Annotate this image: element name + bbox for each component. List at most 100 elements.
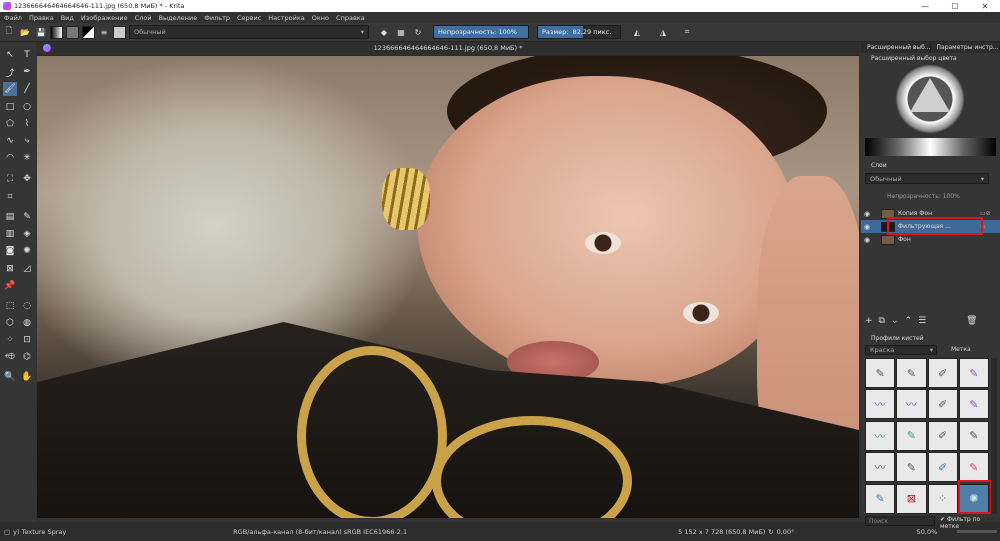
edit-brush-settings-icon[interactable]: ≡ [98, 26, 110, 39]
layer-properties-icon[interactable]: ☰ [918, 316, 926, 326]
menu-view[interactable]: Вид [61, 14, 74, 22]
delete-layer-icon[interactable]: 🗑 [966, 316, 977, 326]
menu-layer[interactable]: Слой [135, 14, 152, 22]
brush-preset[interactable]: ✎ [958, 358, 989, 388]
eye-icon[interactable]: ◉ [861, 223, 873, 231]
layer-flags[interactable]: ▭⊘ [980, 210, 1000, 217]
tab-advanced-color[interactable]: Расширенный выб... [861, 42, 931, 53]
opacity-slider[interactable]: Непрозрачность: 100% [433, 25, 529, 39]
tab-tool-options[interactable]: Параметры инстр... [931, 42, 1000, 53]
brush-preset-swatch[interactable] [113, 25, 126, 39]
eye-icon[interactable]: ◉ [861, 210, 873, 218]
menu-select[interactable]: Выделение [159, 14, 198, 22]
brush-preset[interactable]: ✐ [927, 358, 958, 388]
blend-mode-select[interactable]: Обычный ▾ [129, 25, 369, 39]
brush-preset[interactable]: ✎ [958, 452, 989, 483]
smart-patch-icon[interactable]: ◈ [20, 227, 34, 241]
brush-preset[interactable]: ✎ [896, 452, 927, 483]
rect-select-icon[interactable]: ⬚ [3, 299, 17, 313]
open-document-icon[interactable]: 📂 [18, 26, 32, 39]
preserve-alpha-icon[interactable]: ▦ [394, 26, 408, 39]
assistant-tool-icon[interactable]: ⊠ [3, 262, 17, 276]
ellipse-tool-icon[interactable]: ○ [20, 100, 34, 114]
polyline-tool-icon[interactable]: ⌇ [20, 117, 34, 131]
brush-preset[interactable]: ✎ [865, 358, 896, 388]
brush-preset[interactable]: ✎ [896, 358, 927, 388]
dynamic-brush-icon[interactable]: ◠ [3, 151, 17, 165]
move-tool-icon[interactable]: ✥ [20, 172, 34, 186]
brush-category-select[interactable]: Краска ▾ [865, 345, 937, 355]
menu-help[interactable]: Справка [336, 14, 365, 22]
multibrush-icon[interactable]: ✳ [20, 151, 34, 165]
edit-shapes-icon[interactable]: ⤴ [3, 65, 17, 79]
eye-icon[interactable]: ◉ [861, 236, 873, 244]
brush-preset[interactable]: 〰 [896, 389, 927, 420]
brush-preset[interactable]: ✎ [896, 420, 927, 451]
rectangle-tool-icon[interactable]: □ [3, 100, 17, 114]
magnetic-select-icon[interactable]: ⌬ [20, 350, 34, 364]
brush-preset[interactable]: ✐ [927, 420, 958, 451]
brush-scrollbar[interactable] [991, 358, 997, 514]
similar-select-icon[interactable]: ⊡ [20, 333, 34, 347]
bezier-select-icon[interactable]: ⬲ [3, 350, 17, 364]
gradient-swatch[interactable] [50, 25, 63, 39]
size-slider[interactable]: Размер: 82,29 пикс. [537, 25, 621, 39]
mirror-vertical-icon[interactable]: ◮ [655, 26, 671, 39]
document-tab[interactable]: 123666646464664646-111.jpg (650,8 МиБ) * [37, 42, 859, 55]
save-icon[interactable]: 💾 [35, 26, 47, 39]
brush-preset[interactable]: ✐ [927, 452, 958, 483]
menu-tools[interactable]: Сервис [237, 14, 261, 22]
new-document-icon[interactable]: 🗋 [3, 26, 15, 39]
brush-preset[interactable]: ⊠ [896, 483, 927, 514]
close-button[interactable]: ✕ [970, 2, 1000, 11]
menu-window[interactable]: Окно [312, 14, 329, 22]
polygon-tool-icon[interactable]: ⬠ [3, 117, 17, 131]
rotation-icon[interactable]: ↻ [768, 528, 773, 536]
freehand-path-icon[interactable]: ⤷ [20, 134, 34, 148]
color-gradient-strip[interactable] [865, 138, 996, 156]
mirror-horizontal-icon[interactable]: ◭ [629, 26, 645, 39]
freehand-select-icon[interactable]: ◍ [20, 316, 34, 330]
brush-preset[interactable]: ✎ [865, 483, 896, 514]
merge-down-icon[interactable]: ⌄ [891, 316, 899, 326]
measure-tool-icon[interactable]: ◿ [20, 262, 34, 276]
color-picker-icon[interactable]: ✎ [20, 210, 34, 224]
layer-flags[interactable]: ▭ [980, 223, 1000, 230]
wrap-around-icon[interactable]: ⌗ [679, 26, 695, 39]
select-shapes-icon[interactable]: ↖ [3, 48, 17, 62]
menu-file[interactable]: Файл [4, 14, 22, 22]
canvas-image[interactable] [37, 56, 859, 518]
rotation-value[interactable]: 0,00° [777, 528, 917, 536]
brush-preset[interactable]: 〰 [865, 389, 896, 420]
reference-image-icon[interactable]: 📌 [3, 279, 17, 293]
menu-filter[interactable]: Фильтр [204, 14, 230, 22]
reload-preset-icon[interactable]: ↻ [411, 26, 425, 39]
filter-by-tag-checkbox[interactable]: ✔ Фильтр по метке [940, 516, 1000, 530]
ellipse-select-icon[interactable]: ◌ [20, 299, 34, 313]
pan-tool-icon[interactable]: ✋ [20, 370, 34, 384]
bezier-tool-icon[interactable]: ∿ [3, 134, 17, 148]
brush-preset[interactable]: ✎ [958, 389, 989, 420]
colorize-mask-icon[interactable]: ▥ [3, 227, 17, 241]
pattern-swatch[interactable] [66, 25, 79, 39]
brush-tag-label[interactable]: Метка [951, 346, 971, 353]
duplicate-layer-icon[interactable]: ⧉ [879, 316, 885, 326]
text-tool-icon[interactable]: T [20, 48, 34, 62]
menu-image[interactable]: Изображение [81, 14, 128, 22]
move-up-icon[interactable]: ⌃ [905, 316, 913, 326]
maximize-button[interactable]: ☐ [940, 2, 970, 11]
menu-edit[interactable]: Правка [29, 14, 54, 22]
fill-tool-icon[interactable]: ◙ [3, 244, 17, 258]
brush-preset[interactable]: ⁘ [927, 483, 958, 514]
polygon-select-icon[interactable]: ⬡ [3, 316, 17, 330]
brush-preset[interactable]: 〰 [865, 420, 896, 451]
brush-preset[interactable]: 〰 [865, 452, 896, 483]
freehand-brush-icon[interactable]: 🖌 [3, 82, 17, 96]
brush-search-field[interactable]: Поиск [865, 516, 935, 526]
contiguous-select-icon[interactable]: ⁘ [3, 333, 17, 347]
enclose-fill-icon[interactable]: ✺ [20, 244, 34, 258]
layer-blend-select[interactable]: Обычный ▾ [865, 173, 989, 184]
zoom-slider[interactable] [956, 530, 997, 533]
brush-preset[interactable]: ✎ [958, 420, 989, 451]
minimize-button[interactable]: — [910, 2, 940, 11]
